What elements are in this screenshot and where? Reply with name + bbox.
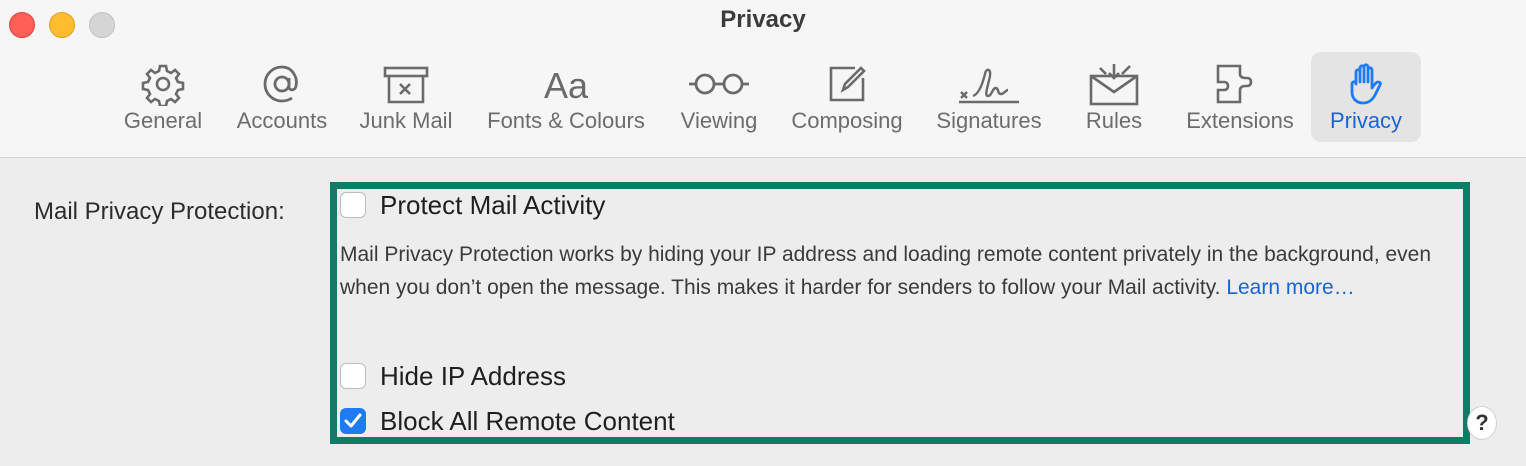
puzzle-icon — [1216, 64, 1253, 104]
protect-mail-activity-checkbox[interactable] — [340, 192, 366, 218]
checkmark-icon — [344, 413, 361, 427]
tab-label: Signatures — [936, 108, 1042, 133]
tab-label: General — [123, 108, 203, 133]
block-remote-content-label: Block All Remote Content — [380, 406, 675, 436]
tab-viewing[interactable]: Viewing — [670, 52, 768, 142]
tab-composing[interactable]: Composing — [781, 52, 913, 142]
tab-privacy[interactable]: Privacy — [1311, 52, 1421, 142]
learn-more-link[interactable]: Learn more… — [1226, 276, 1354, 299]
rules-icon — [1089, 64, 1139, 106]
tab-label: Privacy — [1329, 108, 1403, 133]
tab-label: Junk Mail — [359, 108, 453, 133]
gear-icon — [141, 64, 185, 106]
tab-junk-mail[interactable]: Junk Mail — [350, 52, 462, 142]
tab-fonts-colours[interactable]: Aa Fonts & Colours — [475, 52, 657, 142]
tab-label: Accounts — [236, 108, 328, 133]
highlight-box — [330, 182, 1470, 444]
hide-ip-label: Hide IP Address — [380, 361, 566, 391]
privacy-description: Mail Privacy Protection works by hiding … — [340, 238, 1470, 304]
tab-label: Fonts & Colours — [487, 108, 645, 133]
tab-accounts[interactable]: Accounts — [226, 52, 338, 142]
block-remote-content-checkbox[interactable] — [340, 408, 366, 434]
window-title: Privacy — [720, 6, 806, 33]
preferences-window: Privacy General Accounts Junk Mail Aa Fo… — [0, 0, 1526, 466]
tab-label: Viewing — [680, 108, 758, 133]
glasses-icon — [689, 73, 749, 95]
tab-label: Extensions — [1186, 108, 1294, 133]
tab-extensions[interactable]: Extensions — [1176, 52, 1304, 142]
at-icon — [263, 65, 298, 103]
svg-text:Aa: Aa — [544, 65, 589, 106]
tab-general[interactable]: General — [113, 52, 213, 142]
junk-mail-icon — [383, 66, 429, 104]
tab-rules[interactable]: Rules — [1070, 52, 1158, 142]
tab-signatures[interactable]: Signatures — [926, 52, 1052, 142]
titlebar: Privacy General Accounts Junk Mail Aa Fo… — [0, 0, 1526, 158]
protect-mail-activity-label: Protect Mail Activity — [380, 190, 606, 220]
tab-label: Rules — [1085, 108, 1143, 133]
signature-icon — [959, 68, 1019, 104]
compose-icon — [829, 66, 866, 102]
hide-ip-checkbox[interactable] — [340, 363, 366, 389]
section-label: Mail Privacy Protection: — [34, 198, 285, 225]
help-button[interactable]: ? — [1467, 406, 1497, 440]
preferences-toolbar: General Accounts Junk Mail Aa Fonts & Co… — [0, 52, 1526, 142]
fonts-icon: Aa — [544, 65, 589, 106]
privacy-pane: Mail Privacy Protection: Protect Mail Ac… — [0, 158, 1526, 466]
tab-label: Composing — [791, 108, 903, 133]
hand-icon — [1350, 63, 1382, 105]
